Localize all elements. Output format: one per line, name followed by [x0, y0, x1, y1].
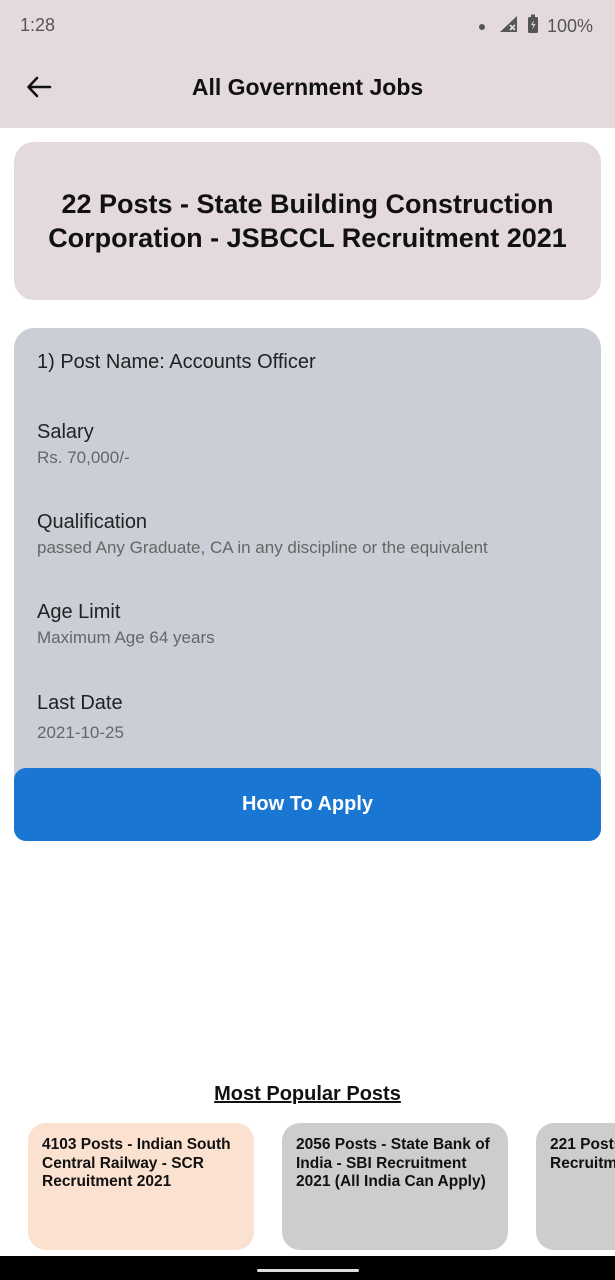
post-name: 1) Post Name: Accounts Officer — [37, 351, 316, 373]
status-bar: 1:28 100% — [0, 0, 615, 52]
notification-dot-icon — [478, 23, 485, 30]
popular-post-title: 4103 Posts - Indian South Central Railwa… — [42, 1136, 231, 1190]
home-handle[interactable] — [257, 1269, 359, 1272]
salary-field: Salary Rs. 70,000/- — [37, 421, 130, 468]
popular-post-title: 2056 Posts - State Bank of India - SBI R… — [296, 1136, 490, 1190]
popular-posts-heading: Most Popular Posts — [214, 1083, 401, 1105]
salary-label: Salary — [37, 421, 94, 443]
system-nav-bar — [0, 1256, 615, 1280]
popular-post-card[interactable]: 221 Posts - Circle Recruitment 2021(A — [536, 1123, 615, 1250]
age-limit-value: Maximum Age 64 years — [37, 628, 215, 647]
page-title: All Government Jobs — [191, 74, 424, 100]
qualification-field: Qualification passed Any Graduate, CA in… — [37, 511, 488, 558]
job-details-card: 1) Post Name: Accounts Officer Salary Rs… — [14, 328, 601, 808]
popular-post-title: 221 Posts - Circle Recruitment 2021(A — [550, 1136, 615, 1172]
salary-value: Rs. 70,000/- — [37, 448, 130, 467]
qualification-value: passed Any Graduate, CA in any disciplin… — [37, 538, 488, 557]
signal-icon — [499, 15, 519, 38]
battery-percent: 100% — [546, 16, 593, 36]
app-bar: All Government Jobs — [0, 52, 615, 128]
age-limit-label: Age Limit — [37, 601, 121, 623]
battery-icon — [527, 14, 539, 39]
popular-posts-carousel[interactable]: 4103 Posts - Indian South Central Railwa… — [0, 1123, 615, 1251]
job-title-card: 22 Posts - State Building Construction C… — [14, 142, 601, 300]
age-limit-field: Age Limit Maximum Age 64 years — [37, 601, 215, 648]
last-date-field: Last Date 2021-10-25 — [37, 692, 124, 743]
job-title: 22 Posts - State Building Construction C… — [48, 189, 567, 253]
status-icons: 100% — [478, 14, 593, 39]
how-to-apply-button[interactable]: How To Apply — [14, 768, 601, 841]
last-date-label: Last Date — [37, 692, 123, 714]
status-time: 1:28 — [20, 15, 56, 35]
last-date-value: 2021-10-25 — [37, 723, 124, 742]
popular-post-card[interactable]: 2056 Posts - State Bank of India - SBI R… — [282, 1123, 508, 1250]
popular-post-card[interactable]: 4103 Posts - Indian South Central Railwa… — [28, 1123, 254, 1250]
qualification-label: Qualification — [37, 511, 148, 533]
